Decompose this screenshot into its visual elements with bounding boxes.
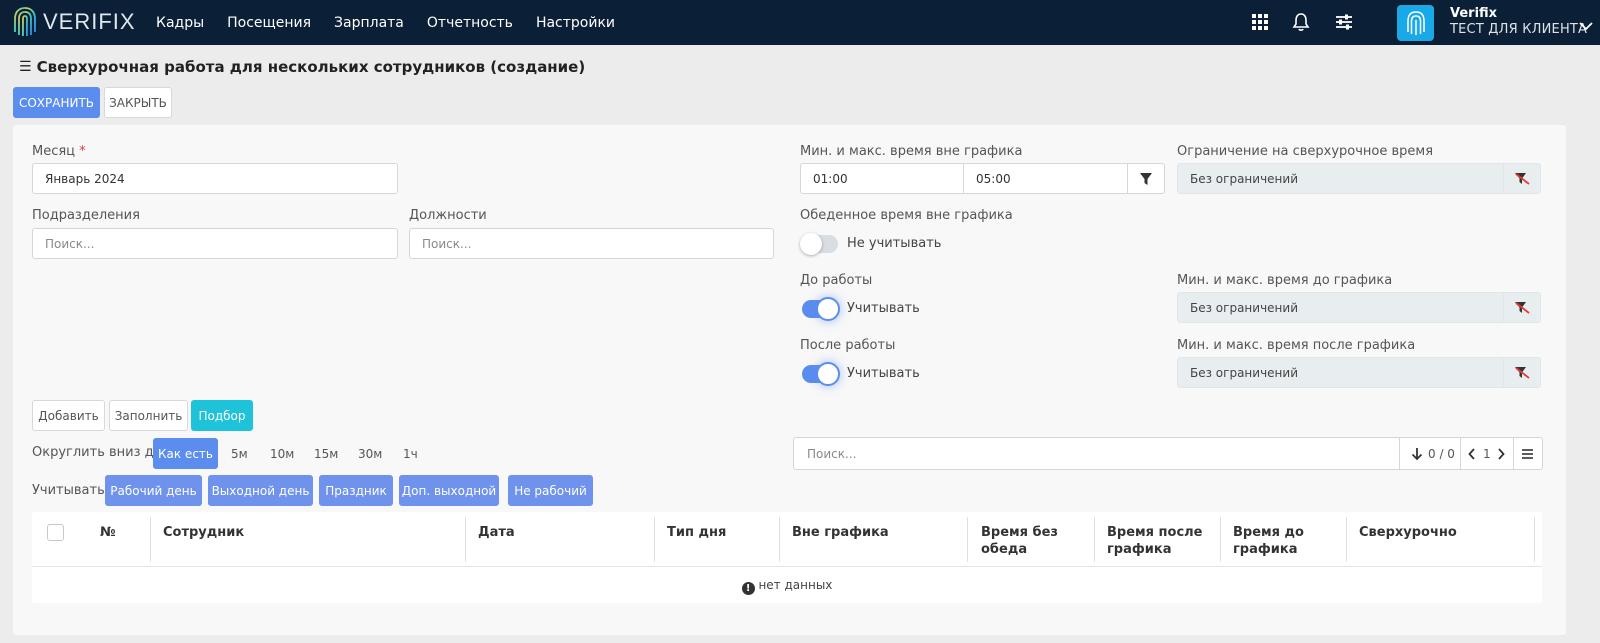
user-info[interactable]: Verifix ТЕСТ ДЛЯ КЛИЕНТА (1450, 6, 1587, 37)
nav-item-staff[interactable]: Кадры (156, 15, 204, 31)
column-header-number[interactable]: № (100, 524, 116, 541)
consider-extra-dayoff-button[interactable]: Доп. выходной (399, 475, 499, 506)
overtime-table: № Сотрудник Дата Тип дня Вне графика Вре… (32, 512, 1542, 603)
minmax-before-schedule-label: Мин. и макс. время до графика (1177, 273, 1393, 288)
user-avatar[interactable] (1397, 5, 1434, 41)
column-header-day-type[interactable]: Тип дня (667, 524, 726, 541)
rounding-option-1h[interactable]: 1ч (403, 447, 418, 461)
lunch-toggle[interactable] (800, 233, 838, 255)
chevron-right-icon[interactable] (1497, 448, 1505, 460)
apps-grid-icon[interactable] (1250, 12, 1270, 32)
column-header-out-of-schedule[interactable]: Вне графика (792, 524, 889, 541)
fingerprint-logo-icon (14, 7, 36, 36)
sliders-icon[interactable] (1334, 12, 1354, 32)
minmax-after-schedule-input[interactable]: Без ограничений (1177, 357, 1504, 388)
column-header-date[interactable]: Дата (478, 524, 515, 541)
page-number: 1 (1483, 447, 1491, 461)
empty-state: ! нет данных (32, 578, 1542, 595)
user-organization: ТЕСТ ДЛЯ КЛИЕНТА (1450, 22, 1588, 37)
rounding-label: Округлить вниз до: (32, 445, 166, 460)
consider-workday-button[interactable]: Рабочий день (105, 475, 202, 506)
close-button[interactable]: ЗАКРЫТЬ (104, 87, 172, 118)
filter-icon (1140, 172, 1152, 185)
consider-holiday-button[interactable]: Праздник (319, 475, 393, 506)
month-input[interactable]: Январь 2024 (32, 163, 398, 194)
save-button[interactable]: СОХРАНИТЬ (13, 87, 100, 118)
overtime-limit-label: Ограничение на сверхурочное время (1177, 144, 1434, 159)
positions-label: Должности (409, 208, 487, 223)
overtime-limit-input[interactable]: Без ограничений (1177, 163, 1504, 194)
before-work-label: До работы (800, 273, 873, 288)
minmax-out-of-schedule-label: Мин. и макс. время вне графика (800, 144, 1023, 159)
rounding-option-5m[interactable]: 5м (231, 447, 248, 461)
min-time-input[interactable]: 01:00 (800, 163, 964, 194)
after-work-toggle[interactable] (802, 362, 840, 386)
app-logo[interactable]: VERIFIX (13, 5, 136, 39)
max-time-input[interactable]: 05:00 (963, 163, 1128, 194)
pick-button[interactable]: Подбор (191, 400, 253, 431)
column-header-time-after-schedule[interactable]: Время после графика (1107, 524, 1217, 558)
rounding-option-15m[interactable]: 15м (314, 447, 338, 461)
select-all-checkbox[interactable] (47, 524, 64, 541)
column-header-overtime[interactable]: Сверхурочно (1359, 524, 1457, 541)
filter-clear-icon (1515, 366, 1530, 379)
brand-name: VERIFIX (43, 9, 136, 34)
consider-dayoff-button[interactable]: Выходной день (208, 475, 313, 506)
nav-item-salary[interactable]: Зарплата (334, 15, 404, 31)
arrow-down-icon[interactable] (1411, 447, 1423, 461)
clear-filter-button[interactable] (1503, 292, 1541, 323)
hamburger-menu-icon[interactable]: ☰ (19, 59, 32, 75)
lunch-toggle-label: Не учитывать (847, 236, 942, 251)
filter-clear-icon (1515, 172, 1530, 185)
clear-filter-button[interactable] (1503, 163, 1541, 194)
after-work-label: После работы (800, 338, 896, 353)
bell-icon[interactable] (1291, 12, 1311, 32)
month-label-text: Месяц (32, 144, 76, 159)
rounding-option-30m[interactable]: 30м (358, 447, 382, 461)
lunch-out-of-schedule-label: Обеденное время вне графика (800, 208, 1013, 223)
consider-nonworking-button[interactable]: Не рабочий (508, 475, 593, 506)
before-work-toggle-label: Учитывать (847, 301, 920, 316)
info-icon: ! (741, 582, 755, 595)
clear-filter-button[interactable] (1503, 357, 1541, 388)
user-name: Verifix (1450, 6, 1498, 21)
consider-label: Учитывать: (32, 483, 110, 498)
minmax-after-schedule-label: Мин. и макс. время после графика (1177, 338, 1416, 353)
nav-item-reports[interactable]: Отчетность (427, 15, 513, 31)
after-work-toggle-label: Учитывать (847, 366, 920, 381)
nav-item-settings[interactable]: Настройки (536, 15, 615, 31)
page-title-text: Сверхурочная работа для нескольких сотру… (36, 58, 586, 76)
column-header-time-before-schedule[interactable]: Время до графика (1233, 524, 1333, 558)
table-search-input[interactable]: Поиск... (807, 447, 856, 461)
result-count: 0 / 0 (1428, 447, 1455, 461)
minmax-before-schedule-input[interactable]: Без ограничений (1177, 292, 1504, 323)
fill-button[interactable]: Заполнить (109, 400, 188, 431)
required-marker: * (79, 144, 86, 159)
chevron-down-icon[interactable] (1578, 21, 1594, 31)
add-button[interactable]: Добавить (32, 400, 105, 431)
divisions-label: Подразделения (32, 208, 140, 223)
main-nav: Кадры Посещения Зарплата Отчетность Наст… (156, 0, 638, 45)
filter-clear-icon (1515, 301, 1530, 314)
table-search-bar: Поиск... 0 / 0 1 (793, 437, 1543, 470)
rounding-option-10m[interactable]: 10м (270, 447, 294, 461)
top-navbar: VERIFIX Кадры Посещения Зарплата Отчетно… (0, 0, 1600, 45)
fingerprint-icon (1406, 11, 1425, 35)
filter-button[interactable] (1127, 163, 1165, 194)
column-header-employee[interactable]: Сотрудник (163, 524, 244, 541)
column-header-time-without-lunch[interactable]: Время без обеда (981, 524, 1096, 558)
month-label: Месяц * (32, 144, 86, 159)
empty-state-text: нет данных (758, 578, 833, 592)
nav-item-attendance[interactable]: Посещения (227, 15, 311, 31)
chevron-left-icon[interactable] (1468, 448, 1476, 460)
list-menu-icon[interactable] (1521, 448, 1534, 460)
page-title: ☰ Сверхурочная работа для нескольких сот… (19, 58, 585, 76)
before-work-toggle[interactable] (802, 297, 840, 321)
rounding-option-as-is[interactable]: Как есть (153, 438, 218, 469)
divisions-search-input[interactable]: Поиск... (32, 228, 398, 259)
positions-search-input[interactable]: Поиск... (409, 228, 774, 259)
